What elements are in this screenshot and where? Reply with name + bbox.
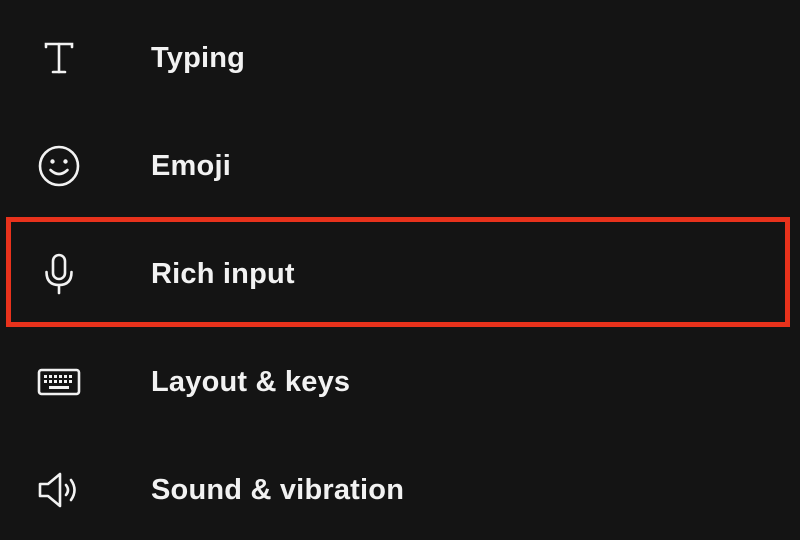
menu-item-label: Layout & keys <box>151 365 351 398</box>
menu-item-label: Typing <box>151 41 246 74</box>
keyboard-icon <box>36 359 82 405</box>
smiley-icon <box>36 143 82 189</box>
text-t-icon <box>36 35 82 81</box>
menu-item-label: Rich input <box>151 257 295 290</box>
menu-item-sound-vibration[interactable]: Sound & vibration <box>0 440 800 540</box>
speaker-icon <box>36 467 82 513</box>
settings-menu: Typing Emoji Rich input Layout & keys So… <box>0 0 800 532</box>
menu-item-label: Emoji <box>151 149 231 182</box>
menu-item-emoji[interactable]: Emoji <box>0 116 800 216</box>
microphone-icon <box>36 251 82 297</box>
menu-item-layout-keys[interactable]: Layout & keys <box>0 332 800 432</box>
menu-item-label: Sound & vibration <box>151 473 405 506</box>
menu-item-rich-input[interactable]: Rich input <box>0 224 800 324</box>
menu-item-typing[interactable]: Typing <box>0 8 800 108</box>
